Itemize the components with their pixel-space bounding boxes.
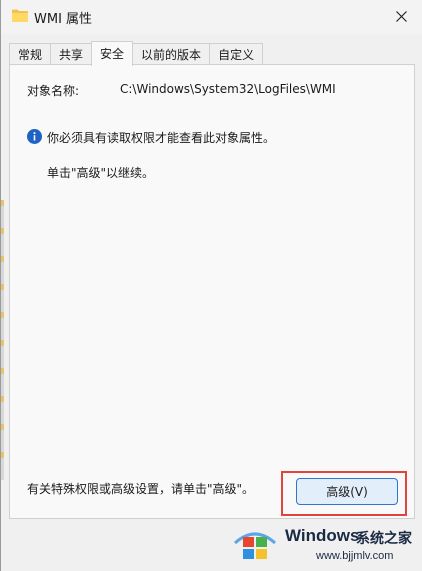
close-icon: [395, 10, 407, 22]
tab-strip: 常规 共享 安全 以前的版本 自定义: [9, 41, 264, 66]
windows-logo-icon: [233, 532, 277, 559]
info-icon: [27, 129, 42, 144]
watermark-brand: Windows: [285, 526, 360, 545]
watermark-url: www.bjjmlv.com: [316, 550, 394, 562]
title-bar: WMI 属性: [1, 0, 422, 34]
advanced-hint: 有关特殊权限或高级设置，请单击"高级"。: [27, 482, 255, 496]
advanced-button[interactable]: 高级(V): [296, 478, 398, 505]
tab-customize[interactable]: 自定义: [209, 43, 264, 65]
background-window-strip: [1, 200, 4, 480]
watermark: Windows 系统之家 www.bjjmlv.com: [227, 517, 422, 571]
tab-previous-versions[interactable]: 以前的版本: [132, 43, 211, 65]
window-title: WMI 属性: [34, 12, 93, 27]
watermark-brand-cn: 系统之家: [356, 531, 412, 547]
folder-icon: [12, 9, 28, 22]
continue-message: 单击"高级"以继续。: [47, 166, 155, 180]
tab-sharing[interactable]: 共享: [50, 43, 93, 65]
properties-window: WMI 属性 常规 共享 安全 以前的版本 自定义 对象名称: C:\Windo…: [0, 0, 422, 571]
object-name-label: 对象名称:: [27, 84, 80, 98]
tab-security[interactable]: 安全: [91, 41, 134, 66]
object-name-value: C:\Windows\System32\LogFiles\WMI: [120, 82, 336, 96]
permission-message: 你必须具有读取权限才能查看此对象属性。: [47, 131, 276, 145]
close-button[interactable]: [379, 0, 422, 32]
tab-general[interactable]: 常规: [9, 43, 52, 65]
